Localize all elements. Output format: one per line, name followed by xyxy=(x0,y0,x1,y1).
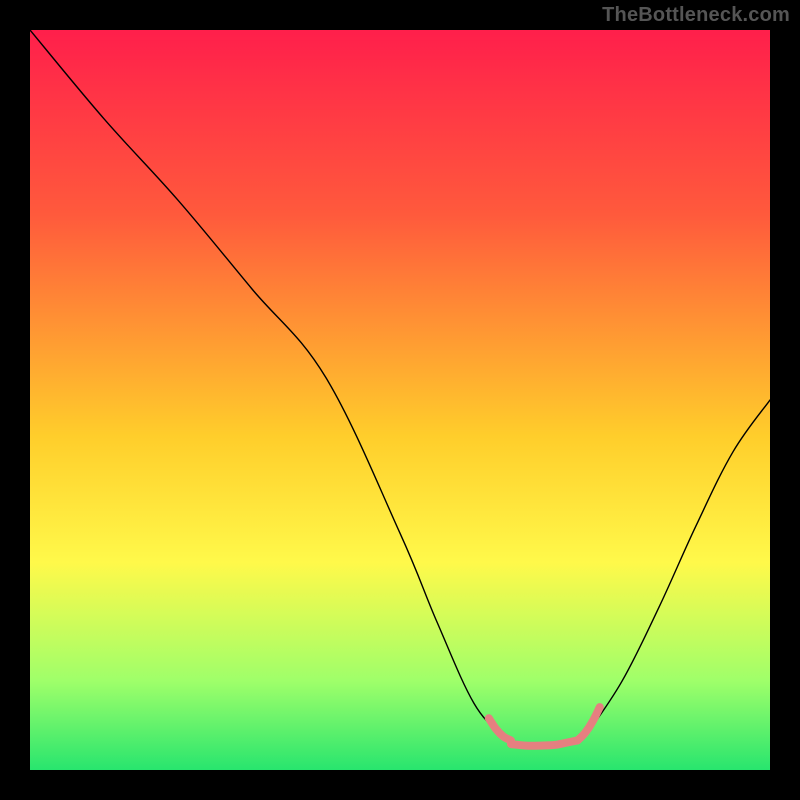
watermark-text: TheBottleneck.com xyxy=(602,4,790,27)
chart-page: TheBottleneck.com xyxy=(0,0,800,800)
chart-svg xyxy=(30,30,770,770)
plot-area xyxy=(30,30,770,770)
